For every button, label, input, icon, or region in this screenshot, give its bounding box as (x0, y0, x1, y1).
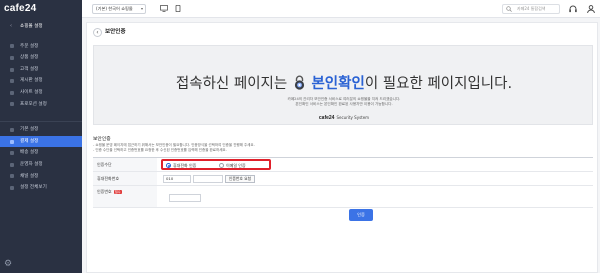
chevron-down-icon: ▾ (140, 6, 143, 11)
radio-checked-icon (166, 163, 171, 168)
send-code-button[interactable]: 인증번호 요청 (225, 175, 255, 183)
menu-dot-icon (10, 90, 14, 95)
radio-unchecked-icon (219, 163, 224, 168)
sidebar-item-basic[interactable]: 기본 설정 (0, 124, 82, 136)
menu-dot-icon (10, 44, 14, 49)
sidebar-item-site[interactable]: 사이트 설정 (0, 87, 82, 99)
method-radio-group: 휴대전화 인증 이메일 인증 (161, 159, 271, 170)
app-root: cafe24 ‹ 쇼핑몰 설정 주문 설정 상품 설정 고객 설정 게시판 설정… (0, 0, 600, 273)
auth-banner: 접속하신 페이지는 본인확인이 필요한 페이지입니다. 카페24의 관리자 보안… (93, 45, 593, 125)
monitor-icon[interactable] (160, 5, 168, 12)
phone-label: 휴대전화번호 (93, 172, 157, 185)
menu-dot-icon (10, 67, 14, 72)
sidebar-item-channel[interactable]: 채널 설정 (0, 171, 82, 183)
menu-dot-icon (10, 151, 14, 156)
menu-dot-icon (10, 127, 14, 132)
banner-headline: 접속하신 페이지는 본인확인이 필요한 페이지입니다. (175, 75, 513, 92)
radio-phone[interactable]: 휴대전화 인증 (166, 163, 196, 169)
mobile-icon[interactable] (174, 5, 182, 12)
section-title: 보안인증 (93, 137, 111, 142)
search-icon (506, 6, 512, 12)
code-label: 인증번호 필수 (93, 186, 157, 207)
sidebar-item-promotion[interactable]: 프로모션 설정 (0, 99, 82, 111)
menu-dot-icon (10, 162, 14, 167)
sidebar-item-product[interactable]: 상품 설정 (0, 52, 82, 64)
back-button[interactable]: ‹ (93, 28, 102, 37)
menu-dot-icon (10, 102, 14, 107)
user-icon[interactable] (586, 4, 596, 14)
sidebar-divider (0, 110, 82, 123)
sidebar: cafe24 ‹ 쇼핑몰 설정 주문 설정 상품 설정 고객 설정 게시판 설정… (0, 0, 82, 273)
sidebar-item-customer[interactable]: 고객 설정 (0, 64, 82, 76)
code-input[interactable] (169, 194, 201, 202)
search-input[interactable]: 카페24 통합검색 (502, 4, 560, 14)
menu-dot-icon (10, 79, 14, 84)
menu-dot-icon (10, 185, 14, 190)
auth-form: 인증수단 휴대전화 인증 이메일 인증 휴대전화번호 010 인증번호 요청 인… (93, 157, 593, 208)
gear-icon[interactable]: ⚙ (4, 260, 13, 269)
menu-dot-icon (10, 139, 14, 144)
method-row: 인증수단 휴대전화 인증 이메일 인증 (93, 158, 593, 172)
banner-description: 카페24의 관리자 보안인증 서비스로 여러분의 쇼핑몰을 지켜 드리겠습니다.… (287, 97, 401, 106)
submit-button[interactable]: 인증 (349, 209, 373, 221)
security-system-brand: cafe24 Security System (318, 115, 370, 121)
phone-row: 휴대전화번호 010 인증번호 요청 (93, 172, 593, 186)
sidebar-item-order[interactable]: 주문 설정 (0, 41, 82, 53)
code-row: 인증번호 필수 (93, 186, 593, 208)
notes: - 쇼핑몰 운영 페이지에 접근하기 위해서는 보안인증이 필요합니다. 인증방… (93, 143, 255, 152)
mall-select[interactable]: (기본) 한국어 쇼핑몰 ▾ (92, 4, 146, 14)
phone-prefix-select[interactable]: 010 (163, 175, 191, 183)
sidebar-item-board[interactable]: 게시판 설정 (0, 75, 82, 87)
menu-dot-icon (10, 174, 14, 179)
menu-dot-icon (10, 55, 14, 60)
page-title: 보안인증 (105, 29, 126, 35)
headset-icon[interactable] (568, 4, 578, 14)
sidebar-item-operator[interactable]: 운영자 설정 (0, 159, 82, 171)
sidebar-item-shipping[interactable]: 배송 설정 (0, 147, 82, 159)
sidebar-item-all-settings[interactable]: 설정 전체보기 (0, 182, 82, 194)
topbar: (기본) 한국어 쇼핑몰 ▾ 카페24 통합검색 (82, 0, 600, 18)
sidebar-item-payment[interactable]: 결제 설정 (0, 135, 82, 148)
phone-number-input[interactable] (193, 175, 223, 183)
main-content: ‹ 보안인증 접속하신 페이지는 본인확인이 필요한 페이지입니다. 카페24의… (86, 22, 598, 273)
required-badge: 필수 (113, 189, 122, 194)
radio-email[interactable]: 이메일 인증 (219, 163, 246, 169)
lock-icon (294, 75, 304, 90)
cafe24-logo: cafe24 (4, 3, 37, 14)
sidebar-section-header[interactable]: ‹ 쇼핑몰 설정 (0, 21, 82, 33)
method-label: 인증수단 (93, 158, 157, 171)
chevron-left-icon: ‹ (10, 23, 12, 29)
